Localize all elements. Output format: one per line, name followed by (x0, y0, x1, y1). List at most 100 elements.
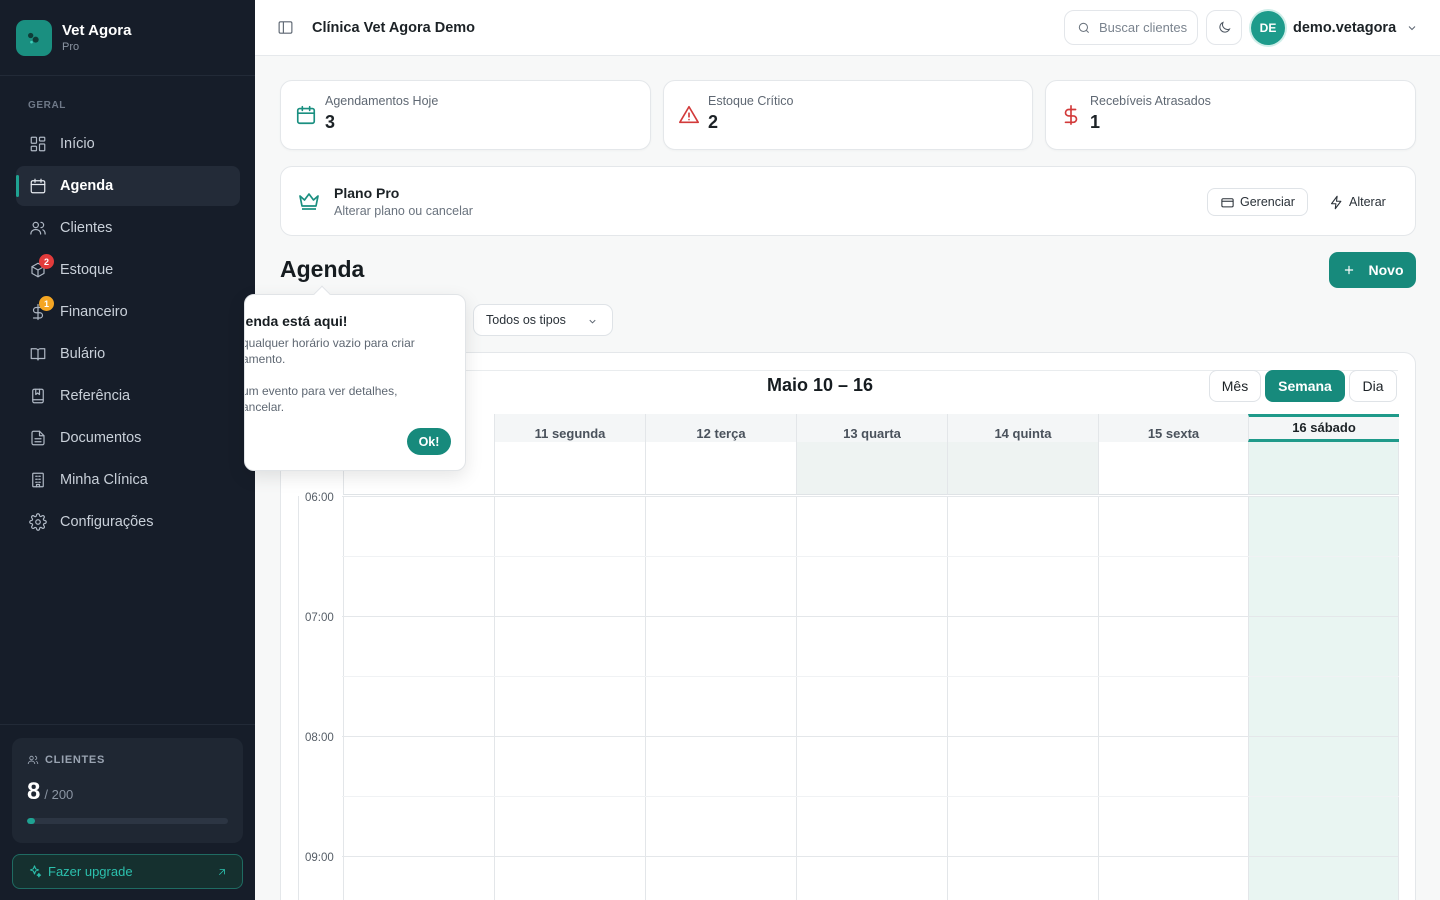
clients-heading: CLIENTES (45, 754, 105, 766)
type-filter-select[interactable]: Todos os tipos (473, 304, 613, 336)
dollar-icon (1064, 105, 1078, 125)
book-icon (30, 348, 46, 361)
sidebar-item-label: Documentos (60, 430, 142, 446)
search-icon (1078, 22, 1090, 33)
sidebar-item-label: Bulário (60, 346, 106, 362)
sidebar-item-financeiro[interactable]: 1 Financeiro (16, 292, 240, 332)
onboarding-popover: genda está aqui! qualquer horário vazio … (244, 294, 466, 471)
stat-label: Agendamentos Hoje (325, 94, 439, 108)
nav-section: GERAL Início Agenda Clientes 2 Estoque 1… (0, 76, 255, 542)
top-header: Clínica Vet Agora Demo Buscar clientes D… (255, 0, 1440, 56)
allday-cell[interactable] (494, 442, 645, 495)
sidebar: Vet Agora Pro GERAL Início Agenda Client… (0, 0, 255, 900)
building-icon (32, 472, 44, 488)
gear-icon (29, 513, 47, 531)
lightning-icon (1330, 195, 1342, 209)
allday-cell[interactable] (796, 442, 947, 495)
week-grid: 11 segunda 12 terça 13 quarta 14 quinta … (298, 414, 1399, 900)
sidebar-item-configuracoes[interactable]: Configurações (16, 502, 240, 542)
view-switcher: Mês Semana Dia (1209, 370, 1401, 402)
sidebar-item-label: Estoque (60, 262, 114, 278)
popover-title: genda está aqui! (244, 313, 348, 329)
theme-toggle-button[interactable] (1206, 10, 1242, 45)
day-header[interactable]: 15 sexta (1098, 414, 1248, 442)
popover-text: amento. (244, 352, 286, 366)
popover-ok-button[interactable]: Ok! (407, 428, 451, 455)
upgrade-label: Fazer upgrade (48, 864, 133, 879)
sidebar-item-label: Agenda (60, 178, 114, 194)
calendar-range: Maio 10 – 16 (767, 375, 874, 395)
sidebar-item-inicio[interactable]: Início (16, 124, 240, 164)
sidebar-item-referencia[interactable]: Referência (16, 376, 240, 416)
stat-card-critical-stock[interactable]: Estoque Crítico 2 (663, 80, 1033, 150)
view-month-button[interactable]: Mês (1209, 370, 1261, 402)
stat-value: 1 (1090, 112, 1101, 132)
plan-subtitle: Alterar plano ou cancelar (334, 204, 473, 218)
grid-icon (30, 136, 46, 152)
day-header-today[interactable]: 16 sábado (1248, 414, 1399, 442)
sidebar-item-minha-clinica[interactable]: Minha Clínica (16, 460, 240, 500)
calendar-icon (296, 105, 316, 125)
allday-cell[interactable] (1248, 442, 1399, 495)
bookmark-book-icon (32, 388, 44, 404)
page-title: Agenda (280, 256, 365, 282)
view-day-button[interactable]: Dia (1349, 370, 1397, 402)
change-label: Alterar (1349, 195, 1386, 209)
stat-card-overdue-receivables[interactable]: Recebíveis Atrasados 1 (1045, 80, 1416, 150)
upgrade-button[interactable]: Fazer upgrade (12, 854, 243, 889)
allday-cell[interactable] (947, 442, 1098, 495)
avatar: DE (1251, 10, 1285, 45)
hour-line (342, 616, 1399, 617)
sidebar-item-label: Configurações (60, 514, 154, 530)
allday-cell[interactable] (645, 442, 796, 495)
sidebar-item-label: Clientes (60, 220, 113, 236)
sparkles-icon (29, 865, 42, 878)
sidebar-item-bulario[interactable]: Bulário (16, 334, 240, 374)
username: demo.vetagora (1293, 19, 1397, 36)
sidebar-item-documentos[interactable]: Documentos (16, 418, 240, 458)
sidebar-item-clientes[interactable]: Clientes (16, 208, 240, 248)
finance-alert-badge: 1 (39, 296, 54, 311)
moon-icon (1218, 21, 1231, 33)
allday-cell[interactable] (1098, 442, 1248, 495)
user-menu[interactable]: DE demo.vetagora (1251, 10, 1418, 45)
sidebar-item-agenda[interactable]: Agenda (16, 166, 240, 206)
document-icon (31, 430, 45, 446)
day-header[interactable]: 11 segunda (494, 414, 645, 442)
stat-card-appointments[interactable]: Agendamentos Hoje 3 (280, 80, 651, 150)
plan-card: Plano Pro Alterar plano ou cancelar Gere… (280, 166, 1416, 236)
half-hour-line (342, 796, 1399, 797)
sidebar-toggle-button[interactable] (277, 19, 295, 37)
day-header[interactable]: 12 terça (645, 414, 796, 442)
time-label: 06:00 (305, 492, 334, 504)
sidebar-item-label: Referência (60, 388, 131, 404)
view-week-button[interactable]: Semana (1265, 370, 1345, 402)
stat-label: Recebíveis Atrasados (1090, 94, 1211, 108)
half-hour-line (342, 676, 1399, 677)
new-label: Novo (1368, 262, 1404, 278)
sidebar-item-label: Início (60, 136, 95, 152)
plus-icon (1344, 265, 1353, 275)
popover-text: ancelar. (244, 400, 285, 414)
day-header[interactable]: 14 quinta (947, 414, 1098, 442)
paw-logo-icon (16, 19, 52, 56)
change-plan-button[interactable]: Alterar (1321, 188, 1394, 216)
users-icon (30, 221, 46, 235)
sidebar-item-estoque[interactable]: 2 Estoque (16, 250, 240, 290)
users-icon (27, 755, 39, 765)
search-clients-button[interactable]: Buscar clientes (1064, 10, 1198, 45)
manage-plan-button[interactable]: Gerenciar (1207, 188, 1308, 216)
day-header[interactable]: 13 quarta (796, 414, 947, 442)
clients-limit: / 200 (44, 787, 74, 802)
time-label: 09:00 (305, 852, 334, 864)
sidebar-item-label: Financeiro (60, 304, 128, 320)
brand-name: Vet Agora (62, 21, 132, 39)
clients-count: 8 (27, 778, 41, 805)
chevron-down-icon (589, 319, 596, 324)
plan-title: Plano Pro (334, 185, 400, 201)
hour-line (342, 736, 1399, 737)
type-filter-value: Todos os tipos (486, 313, 566, 327)
new-appointment-button[interactable]: Novo (1329, 252, 1416, 288)
brand[interactable]: Vet Agora Pro (0, 0, 255, 76)
popover-text: qualquer horário vazio para criar (244, 336, 415, 350)
